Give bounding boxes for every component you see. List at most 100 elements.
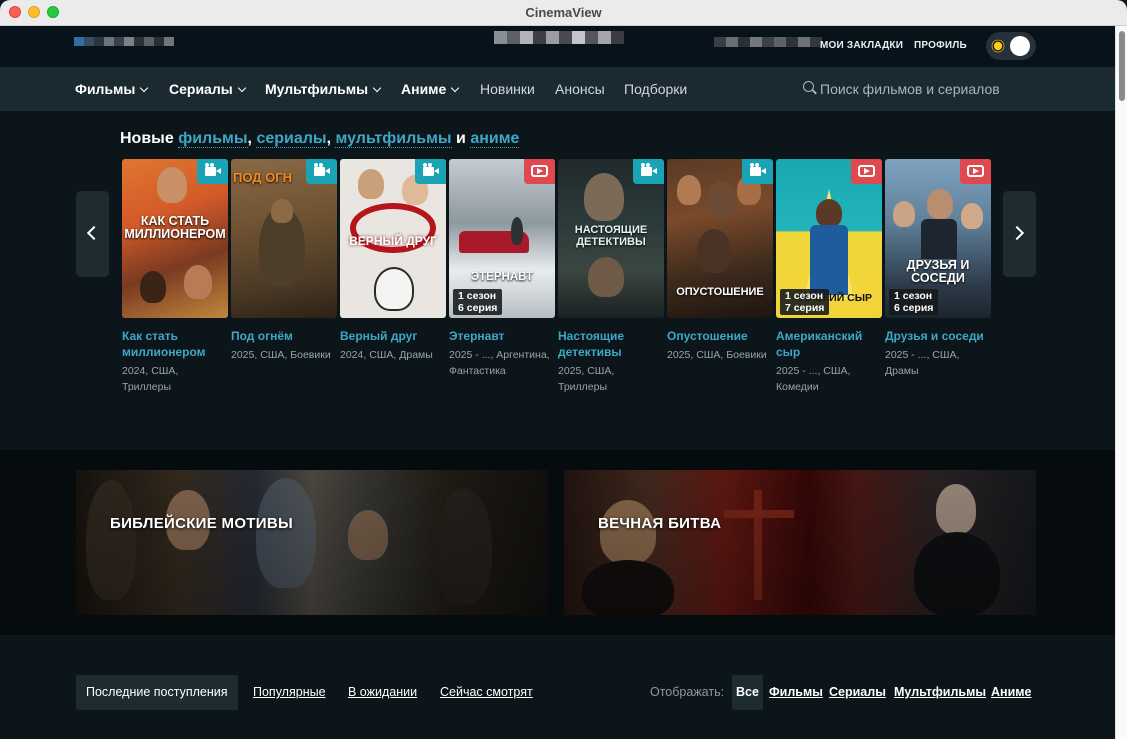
tab-watching-now[interactable]: Сейчас смотрят	[440, 685, 533, 699]
film-badge	[742, 159, 773, 184]
search-input[interactable]	[820, 78, 1080, 100]
episode-label: 7 серия	[785, 302, 825, 314]
carousel-next-button[interactable]	[1003, 191, 1036, 277]
camera-icon	[423, 163, 439, 176]
card-title[interactable]: Верный друг	[340, 328, 446, 344]
movie-poster[interactable]: ДРУЗЬЯ И СОСЕДИ 1 сезон 6 серия	[885, 159, 991, 318]
filter-label: Отображать:	[650, 685, 725, 699]
nav-new[interactable]: Новинки	[480, 81, 535, 97]
poster-title: ВЕРНЫЙ ДРУГ	[349, 234, 437, 248]
browser-window: CinemaView МОИ ЗАКЛАДКИ ПРОФИЛЬ Фильмы С…	[0, 0, 1127, 739]
movie-poster[interactable]: ВЕРНЫЙ ДРУГ	[340, 159, 446, 318]
card-meta: 2024, США, Драмы	[340, 349, 433, 361]
sun-icon	[993, 41, 1003, 51]
filter-cartoons[interactable]: Мультфильмы	[894, 685, 986, 699]
tab-popular[interactable]: Популярные	[253, 685, 326, 699]
series-link[interactable]: сериалы	[256, 130, 327, 148]
carousel-prev-button[interactable]	[76, 191, 109, 277]
poster-title: КАК СТАТЬ МИЛЛИОНЕРОМ	[124, 214, 226, 242]
movie-poster[interactable]: ПОД ОГН	[231, 159, 337, 318]
filter-films[interactable]: Фильмы	[769, 685, 823, 699]
site-logo[interactable]	[74, 37, 174, 46]
card-title[interactable]: Этернавт	[449, 328, 555, 344]
movie-card[interactable]: КАК СТАТЬ МИЛЛИОНЕРОМ Как стать миллионе…	[122, 159, 228, 395]
tv-play-icon	[967, 165, 984, 177]
feed-controls: Последние поступления Популярные В ожида…	[0, 635, 1115, 739]
tab-upcoming[interactable]: В ожидании	[348, 685, 417, 699]
collection-shade	[564, 470, 1036, 615]
films-link[interactable]: фильмы	[178, 130, 248, 148]
nav-cartoons[interactable]: Мультфильмы	[265, 81, 382, 97]
episode-label: 6 серия	[894, 302, 934, 314]
movie-poster[interactable]: ЭТЕРНАВТ 1 сезон 6 серия	[449, 159, 555, 318]
profile-link[interactable]: ПРОФИЛЬ	[914, 40, 967, 51]
movie-card[interactable]: ОПУСТОШЕНИЕ Опустошение 2025, США, Боеви…	[667, 159, 773, 363]
filter-anime[interactable]: Аниме	[991, 685, 1031, 699]
site-header: МОИ ЗАКЛАДКИ ПРОФИЛЬ	[0, 26, 1115, 67]
collection-shade	[76, 470, 548, 615]
card-meta: 2025, США, Боевики	[231, 349, 331, 361]
poster-title: НАСТОЯЩИЕ ДЕТЕКТИВЫ	[574, 224, 648, 248]
collections-section: БИБЛЕЙСКИЕ МОТИВЫ ВЕЧНАЯ БИТВА	[0, 450, 1115, 635]
tab-latest[interactable]: Последние поступления	[76, 675, 238, 710]
card-meta: 2025 - ..., США, Драмы	[885, 349, 960, 377]
movie-poster[interactable]: КАК СТАТЬ МИЛЛИОНЕРОМ	[122, 159, 228, 318]
camera-icon	[205, 163, 221, 176]
collection-card[interactable]: БИБЛЕЙСКИЕ МОТИВЫ	[76, 470, 548, 615]
title-bar: CinemaView	[0, 0, 1127, 26]
movie-card[interactable]: ПОД ОГН Под огнём 2025, США, Боевики	[231, 159, 337, 363]
card-title[interactable]: Настоящие детективы	[558, 328, 664, 360]
nav-collections[interactable]: Подборки	[624, 81, 687, 97]
movie-poster[interactable]: АНСКИЙ СЫР 1 сезон 7 серия	[776, 159, 882, 318]
chevron-left-icon	[86, 225, 102, 241]
collection-title: ВЕЧНАЯ БИТВА	[598, 515, 722, 532]
series-badge	[524, 159, 555, 184]
camera-icon	[314, 163, 330, 176]
anime-link[interactable]: аниме	[470, 130, 520, 148]
scrollbar-thumb[interactable]	[1119, 31, 1125, 101]
card-title[interactable]: Американский сыр	[776, 328, 882, 360]
filter-all[interactable]: Все	[732, 675, 763, 710]
movie-poster[interactable]: НАСТОЯЩИЕ ДЕТЕКТИВЫ	[558, 159, 664, 318]
camera-icon	[641, 163, 657, 176]
film-badge	[415, 159, 446, 184]
heading-separator: ,	[326, 130, 332, 147]
main-nav: Фильмы Сериалы Мультфильмы Аниме Новинки…	[0, 67, 1115, 111]
chevron-down-icon	[140, 83, 149, 93]
episode-label: 6 серия	[458, 302, 498, 314]
card-title[interactable]: Опустошение	[667, 328, 773, 344]
card-title[interactable]: Друзья и соседи	[885, 328, 991, 344]
camera-icon	[750, 163, 766, 176]
heading-prefix: Новые	[120, 130, 174, 147]
film-badge	[197, 159, 228, 184]
nav-films[interactable]: Фильмы	[75, 81, 149, 97]
movie-card[interactable]: ЭТЕРНАВТ 1 сезон 6 серия Этернавт 2025 - …	[449, 159, 555, 379]
movie-card[interactable]: ДРУЗЬЯ И СОСЕДИ 1 сезон 6 серия Друзья и …	[885, 159, 991, 379]
chevron-down-icon	[372, 83, 382, 93]
series-badge	[851, 159, 882, 184]
movie-card[interactable]: НАСТОЯЩИЕ ДЕТЕКТИВЫ Настоящие детективы …	[558, 159, 664, 395]
theme-toggle[interactable]	[986, 32, 1036, 60]
season-episode-label: 1 сезон 6 серия	[889, 289, 939, 315]
series-badge	[960, 159, 991, 184]
nav-announcements[interactable]: Анонсы	[555, 81, 605, 97]
card-title[interactable]: Как стать миллионером	[122, 328, 228, 360]
search-icon[interactable]	[803, 81, 814, 92]
movie-poster[interactable]: ОПУСТОШЕНИЕ	[667, 159, 773, 318]
bookmarks-link[interactable]: МОИ ЗАКЛАДКИ	[820, 40, 903, 51]
card-meta: 2025, США, Триллеры	[558, 365, 615, 393]
cartoons-link[interactable]: мультфильмы	[335, 130, 452, 148]
collection-title: БИБЛЕЙСКИЕ МОТИВЫ	[110, 515, 293, 532]
scrollbar[interactable]	[1115, 26, 1127, 739]
card-title[interactable]: Под огнём	[231, 328, 337, 344]
collection-card[interactable]: ВЕЧНАЯ БИТВА	[564, 470, 1036, 615]
nav-series[interactable]: Сериалы	[169, 81, 246, 97]
movie-card[interactable]: ВЕРНЫЙ ДРУГ Верный друг 2024, США, Драмы	[340, 159, 446, 363]
movie-card[interactable]: АНСКИЙ СЫР 1 сезон 7 серия Американский с…	[776, 159, 882, 395]
header-banner	[494, 31, 624, 44]
film-badge	[306, 159, 337, 184]
filter-series[interactable]: Сериалы	[829, 685, 886, 699]
film-badge	[633, 159, 664, 184]
nav-anime[interactable]: Аниме	[401, 81, 460, 97]
tv-play-icon	[858, 165, 875, 177]
